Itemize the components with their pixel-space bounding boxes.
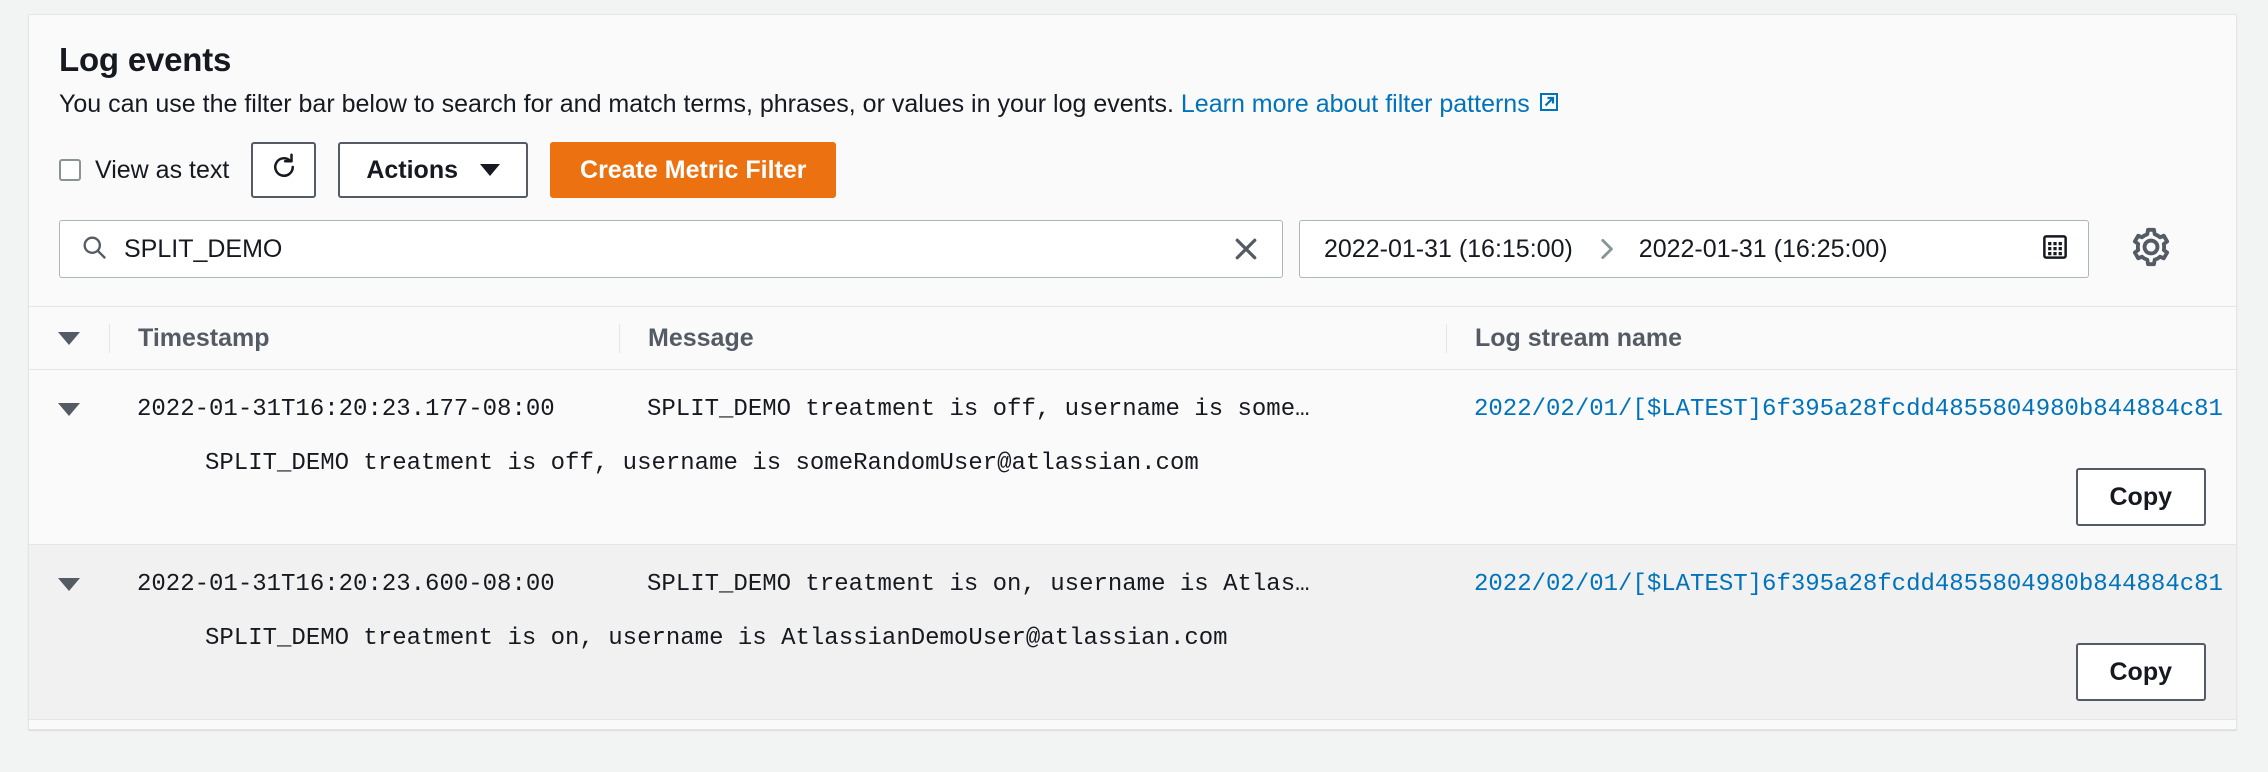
panel-description: You can use the filter bar below to sear… xyxy=(59,88,2206,123)
log-events-panel: Log events You can use the filter bar be… xyxy=(28,14,2237,730)
row-timestamp: 2022-01-31T16:20:23.177-08:00 xyxy=(137,395,555,423)
clear-search-button[interactable] xyxy=(1226,229,1266,269)
row-message-truncated: SPLIT_DEMO treatment is on, username is … xyxy=(647,570,1310,598)
learn-more-link[interactable]: Learn more about filter patterns xyxy=(1181,90,1561,118)
row-log-stream-cell: 2022/02/01/[$LATEST]6f395a28fcdd48558049… xyxy=(1446,396,2236,423)
row-message-cell: SPLIT_DEMO treatment is off, username is… xyxy=(619,396,1446,423)
page-title: Log events xyxy=(59,41,232,78)
expand-all-column-header[interactable] xyxy=(29,331,109,345)
row-expand-toggle[interactable] xyxy=(29,402,109,416)
row-message-truncated: SPLIT_DEMO treatment is off, username is… xyxy=(647,395,1310,423)
caret-down-icon[interactable] xyxy=(58,402,80,416)
table-row: 2022-01-31T16:20:23.177-08:00 SPLIT_DEMO… xyxy=(29,370,2236,546)
create-metric-filter-button[interactable]: Create Metric Filter xyxy=(550,142,837,199)
table-row-summary[interactable]: 2022-01-31T16:20:23.600-08:00 SPLIT_DEMO… xyxy=(29,545,2236,613)
timestamp-header-label: Timestamp xyxy=(138,323,270,352)
actions-label: Actions xyxy=(366,155,459,184)
table-row-summary[interactable]: 2022-01-31T16:20:23.177-08:00 SPLIT_DEMO… xyxy=(29,370,2236,438)
log-stream-name-header-label: Log stream name xyxy=(1475,323,1683,352)
message-column-header[interactable]: Message xyxy=(619,323,1446,353)
row-timestamp: 2022-01-31T16:20:23.600-08:00 xyxy=(137,570,555,598)
chevron-right-icon xyxy=(1593,236,1619,262)
row-timestamp-cell: 2022-01-31T16:20:23.177-08:00 xyxy=(109,396,619,423)
date-range-end: 2022-01-31 (16:25:00) xyxy=(1638,234,1888,263)
timestamp-column-header[interactable]: Timestamp xyxy=(109,323,619,353)
copy-button[interactable]: Copy xyxy=(2075,643,2206,702)
panel-description-text: You can use the filter bar below to sear… xyxy=(59,89,1174,118)
date-range-start: 2022-01-31 (16:15:00) xyxy=(1324,234,1573,263)
table-row: 2022-01-31T16:20:23.600-08:00 SPLIT_DEMO… xyxy=(29,545,2236,721)
row-timestamp-cell: 2022-01-31T16:20:23.600-08:00 xyxy=(109,571,619,598)
calendar-icon[interactable] xyxy=(2040,232,2070,267)
view-as-text-label: View as text xyxy=(95,155,230,184)
log-stream-link[interactable]: 2022/02/01/[$LATEST]6f395a28fcdd48558049… xyxy=(1474,396,2223,423)
learn-more-label: Learn more about filter patterns xyxy=(1180,89,1530,118)
row-message-full: SPLIT_DEMO treatment is off, username is… xyxy=(205,450,1199,478)
log-stream-link[interactable]: 2022/02/01/[$LATEST]6f395a28fcdd48558049… xyxy=(1474,571,2223,598)
toolbar: View as text Actions Create Metric Filte… xyxy=(29,122,2236,199)
caret-down-icon[interactable] xyxy=(58,577,80,591)
row-message-full: SPLIT_DEMO treatment is on, username is … xyxy=(205,625,1228,653)
refresh-button[interactable] xyxy=(251,142,317,199)
message-header-label: Message xyxy=(648,323,754,352)
table-header-row: Timestamp Message Log stream name xyxy=(29,307,2236,371)
caret-down-icon[interactable] xyxy=(58,331,80,345)
filter-row: SPLIT_DEMO 2022-01-31 (16:15:00) 2022-01… xyxy=(29,198,2236,279)
row-log-stream-cell: 2022/02/01/[$LATEST]6f395a28fcdd48558049… xyxy=(1446,571,2236,598)
row-expand-toggle[interactable] xyxy=(29,577,109,591)
actions-dropdown-button[interactable]: Actions xyxy=(338,142,529,199)
settings-button[interactable] xyxy=(2129,227,2173,271)
chevron-down-icon xyxy=(480,164,501,177)
row-message-cell: SPLIT_DEMO treatment is on, username is … xyxy=(619,571,1446,598)
search-icon xyxy=(80,233,108,266)
view-as-text-control[interactable]: View as text xyxy=(59,156,229,185)
panel-header: Log events You can use the filter bar be… xyxy=(29,15,2236,122)
date-range-picker[interactable]: 2022-01-31 (16:15:00) 2022-01-31 (16:25:… xyxy=(1299,220,2089,279)
log-events-table: Timestamp Message Log stream name 2022-0… xyxy=(29,306,2236,721)
table-row-detail: SPLIT_DEMO treatment is off, username is… xyxy=(29,438,2236,544)
log-stream-name-column-header[interactable]: Log stream name xyxy=(1446,323,2236,353)
view-as-text-checkbox[interactable] xyxy=(59,159,81,182)
search-value: SPLIT_DEMO xyxy=(124,234,283,263)
copy-button[interactable]: Copy xyxy=(2075,468,2206,527)
table-row-detail: SPLIT_DEMO treatment is on, username is … xyxy=(29,613,2236,719)
refresh-icon xyxy=(269,152,299,189)
external-link-icon xyxy=(1537,90,1561,123)
gear-icon xyxy=(2130,226,2172,273)
search-input[interactable]: SPLIT_DEMO xyxy=(59,220,1283,279)
